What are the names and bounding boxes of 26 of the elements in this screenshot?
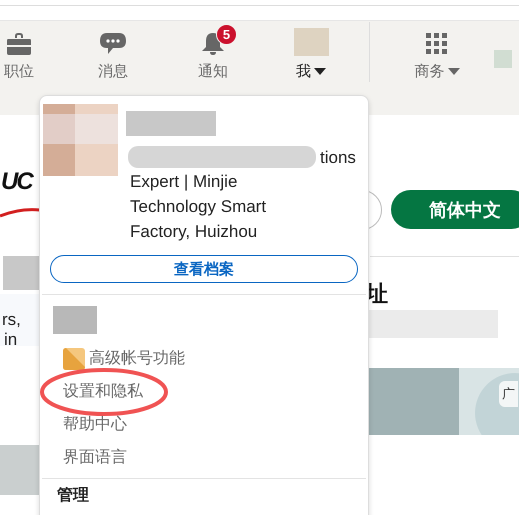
chat-icon: [99, 32, 127, 56]
nav-item[interactable]: 5 通知: [183, 22, 243, 81]
logo-swoosh-icon: [0, 206, 40, 218]
headline-text: tions: [320, 146, 356, 168]
headline-text: Expert | Minjie: [130, 171, 238, 193]
text-fragment: in: [4, 330, 18, 350]
briefcase-icon: [6, 32, 32, 56]
notification-badge: 5: [216, 24, 237, 45]
premium-icon: [63, 348, 85, 370]
section-title: 管理: [57, 486, 90, 506]
ad-label: 广: [499, 381, 518, 407]
view-profile-button[interactable]: 查看档案: [50, 255, 358, 283]
headline-text: Technology Smart: [130, 196, 268, 218]
language-button[interactable]: 简体中文: [391, 190, 519, 229]
nav-item[interactable]: 我: [281, 22, 341, 81]
blurred-text: [53, 306, 97, 334]
company-logo: UC: [1, 168, 32, 196]
nav-item[interactable]: 商务: [402, 22, 472, 81]
text-fragment: rs,: [2, 310, 21, 330]
menu-item[interactable]: 高级帐号功能: [89, 348, 185, 369]
menu-item[interactable]: 帮助中心: [63, 414, 127, 435]
nav-item[interactable]: 消息: [83, 22, 143, 81]
menu-item[interactable]: 界面语言: [63, 447, 127, 468]
headline-text: Factory, Huizhou: [130, 221, 258, 243]
nav-item[interactable]: 职位: [0, 22, 38, 81]
apps-grid-icon: [425, 32, 449, 56]
